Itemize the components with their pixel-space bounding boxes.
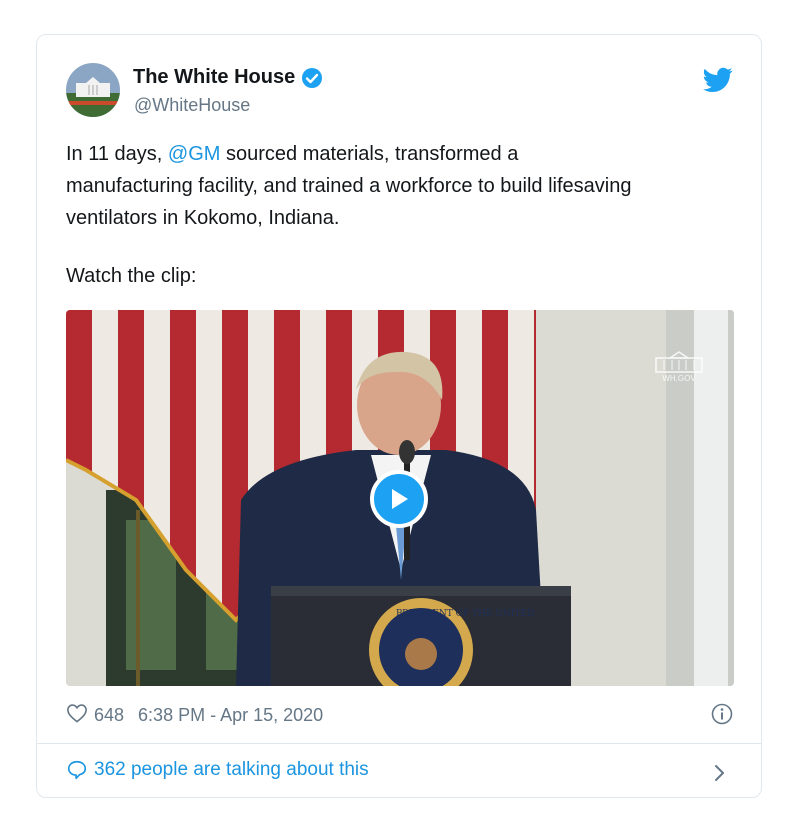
seal-text: PRESIDENT OF THE UNITED <box>396 609 534 619</box>
conversation-text: 362 people are talking about this <box>94 759 369 780</box>
avatar[interactable] <box>66 63 120 117</box>
tweet-card: The White House @WhiteHouse In 11 days, … <box>36 34 762 798</box>
play-icon[interactable] <box>370 470 428 528</box>
divider <box>37 743 761 744</box>
chevron-right-icon[interactable] <box>713 763 727 783</box>
watermark-text: WH.GOV <box>662 374 696 383</box>
author-handle[interactable]: @WhiteHouse <box>134 95 250 116</box>
author-name[interactable]: The White House <box>133 66 295 89</box>
video-player[interactable]: PRESIDENT OF THE UNITED WH.GOV <box>66 310 734 686</box>
tweet-meta: 648 6:38 PM - Apr 15, 2020 <box>66 703 323 728</box>
wh-gov-watermark: WH.GOV <box>652 350 706 383</box>
mention-link[interactable]: @GM <box>168 143 221 165</box>
comment-bubble-icon <box>67 760 87 780</box>
tweet-timestamp[interactable]: 6:38 PM - Apr 15, 2020 <box>138 705 323 726</box>
heart-icon[interactable] <box>66 703 88 728</box>
author-name-row: The White House <box>133 66 323 89</box>
tweet-text: In 11 days, @GM sourced materials, trans… <box>66 138 746 234</box>
tweet-text-start: In 11 days, <box>66 143 168 165</box>
watch-text: Watch the clip: <box>66 265 197 287</box>
like-count[interactable]: 648 <box>94 705 124 726</box>
verified-badge-icon <box>301 67 323 89</box>
conversation-link[interactable]: 362 people are talking about this <box>66 759 369 781</box>
info-icon[interactable] <box>711 703 733 725</box>
twitter-bird-icon[interactable] <box>703 67 733 93</box>
